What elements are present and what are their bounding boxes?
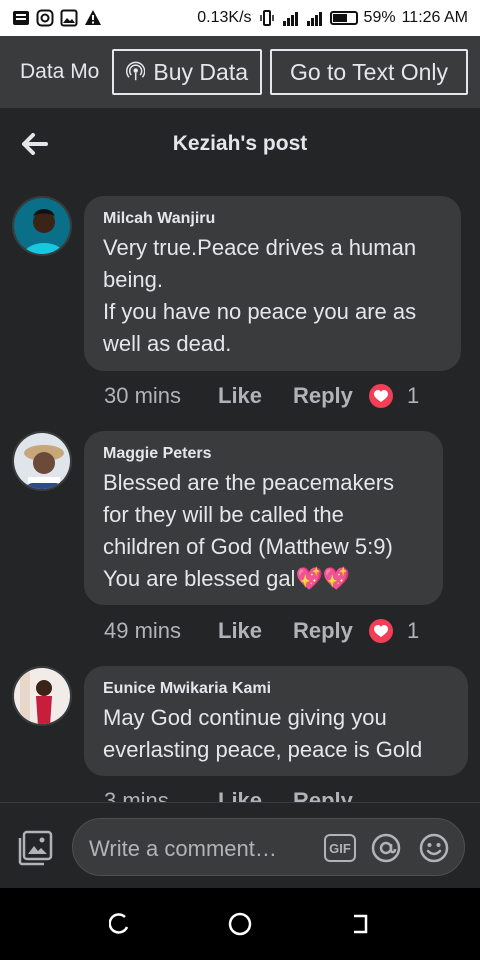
comment-actions: 30 mins Like Reply 1 xyxy=(104,381,419,411)
post-header: Keziah's post xyxy=(0,108,480,180)
reply-button[interactable]: Reply xyxy=(293,788,369,802)
page-title: Keziah's post xyxy=(172,132,308,155)
reaction-count[interactable]: 1 xyxy=(407,383,419,409)
signal-2-icon xyxy=(306,12,322,26)
comment-author[interactable]: Eunice Mwikaria Kami xyxy=(103,680,448,698)
recent-apps-icon xyxy=(109,913,129,934)
comment-placeholder: Write a comment… xyxy=(89,836,277,861)
back-nav-button[interactable] xyxy=(340,904,380,944)
comment-bubble[interactable]: Maggie Peters Blessed are the peacemaker… xyxy=(84,431,443,605)
emoji-icon[interactable] xyxy=(419,833,449,863)
comment-text: Very true.Peace drives a human being. If… xyxy=(103,235,417,356)
comment-text: Blessed are the peacemakers for they wil… xyxy=(103,470,395,591)
gif-icon[interactable]: GIF xyxy=(324,834,356,862)
comment-time[interactable]: 30 mins xyxy=(104,383,218,409)
status-bar: 0.13K/s 59% 11:26 AM xyxy=(0,0,480,36)
arrow-left-icon xyxy=(22,133,48,155)
data-mode-bar: Data Mo Buy Data Go to Text Only xyxy=(0,36,480,108)
news-icon xyxy=(13,11,29,25)
notification-icons xyxy=(12,9,102,27)
comment-author[interactable]: Maggie Peters xyxy=(103,445,423,463)
back-nav-icon xyxy=(354,914,368,934)
avatar[interactable] xyxy=(12,666,72,726)
home-button[interactable] xyxy=(220,904,260,944)
text-only-button[interactable]: Go to Text Only xyxy=(270,49,468,95)
broadcast-icon xyxy=(126,61,146,81)
status-indicators: 0.13K/s 59% 11:26 AM xyxy=(197,9,468,27)
comments-list: Milcah Wanjiru Very true.Peace drives a … xyxy=(0,180,480,802)
warning-icon xyxy=(85,10,101,25)
comment-actions: 49 mins Like Reply 1 xyxy=(104,616,419,646)
clock: 11:26 AM xyxy=(401,9,468,26)
comment-time[interactable]: 3 mins xyxy=(104,788,218,802)
gallery-icon xyxy=(60,9,78,27)
avatar[interactable] xyxy=(12,196,72,256)
comment-author[interactable]: Milcah Wanjiru xyxy=(103,210,441,228)
comment-bubble[interactable]: Eunice Mwikaria Kami May God continue gi… xyxy=(84,666,468,776)
text-only-label: Go to Text Only xyxy=(289,58,449,85)
love-reaction-icon[interactable] xyxy=(369,619,393,643)
back-button[interactable] xyxy=(0,108,70,180)
comment-time[interactable]: 49 mins xyxy=(104,618,218,644)
comment-bubble[interactable]: Milcah Wanjiru Very true.Peace drives a … xyxy=(84,196,461,371)
battery-icon xyxy=(329,11,358,25)
like-button[interactable]: Like xyxy=(218,788,293,802)
mention-icon[interactable] xyxy=(371,833,401,863)
reply-button[interactable]: Reply xyxy=(293,383,369,409)
system-nav-bar xyxy=(0,888,480,960)
network-speed: 0.13K/s xyxy=(197,9,252,26)
home-circle-icon xyxy=(228,912,252,936)
comment-composer: Write a comment… GIF xyxy=(0,802,480,888)
buy-data-button[interactable]: Buy Data xyxy=(112,49,262,95)
comment-input[interactable]: Write a comment… GIF xyxy=(72,818,465,876)
avatar[interactable] xyxy=(12,431,72,491)
comment-text: May God continue giving you everlasting … xyxy=(103,705,423,762)
love-reaction-icon[interactable] xyxy=(369,384,393,408)
vibrate-icon xyxy=(259,10,274,26)
comment-actions: 3 mins Like Reply xyxy=(104,786,369,802)
instagram-icon xyxy=(36,9,54,27)
like-button[interactable]: Like xyxy=(218,383,293,409)
reply-button[interactable]: Reply xyxy=(293,618,369,644)
like-button[interactable]: Like xyxy=(218,618,293,644)
recent-apps-button[interactable] xyxy=(100,904,140,944)
signal-icon xyxy=(282,12,298,26)
data-mode-label: Data Mo xyxy=(20,60,100,83)
photo-icon[interactable] xyxy=(16,829,54,867)
battery-percent: 59% xyxy=(363,9,396,26)
buy-data-label: Buy Data xyxy=(153,58,248,85)
reaction-count[interactable]: 1 xyxy=(407,618,419,644)
